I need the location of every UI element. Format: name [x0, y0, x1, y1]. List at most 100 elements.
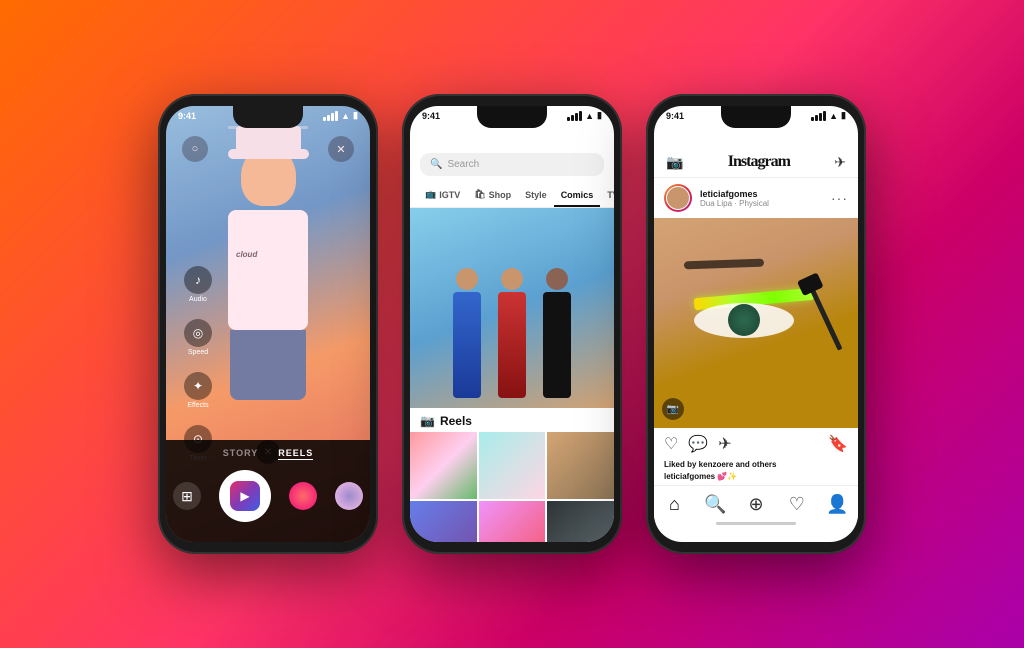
thumb-people-img [479, 432, 546, 499]
gallery-button[interactable]: ⊞ [173, 482, 201, 510]
speed-label: Speed [188, 349, 208, 356]
more-options-button[interactable]: ··· [831, 190, 848, 206]
thumb-1[interactable] [410, 432, 477, 499]
post-caption: leticiafgomes 💕✨ [654, 472, 858, 485]
reels-logo-icon: ▶ [230, 481, 260, 511]
dancer-3 [537, 268, 577, 398]
thumb-dark-img [547, 501, 614, 542]
bottom-nav-phone3: ⌂ 🔍 ⊕ ♡ 👤 [654, 485, 858, 519]
user-avatar[interactable] [664, 184, 692, 212]
search-bar[interactable]: 🔍 Search [420, 153, 604, 176]
search-icon: 🔍 [430, 159, 442, 170]
nav-add-phone3[interactable]: ⊕ [741, 494, 771, 515]
caption-text: 💕✨ [717, 472, 737, 481]
audio-icon: ♪ [184, 266, 212, 294]
instagram-logo: Instagram [683, 153, 834, 171]
tab-tv-movie[interactable]: TV & Mov… [600, 184, 614, 207]
thumb-2[interactable] [479, 432, 546, 499]
share-button[interactable]: ✈ [718, 434, 731, 454]
speed-icon: ◎ [184, 319, 212, 347]
thumb-3[interactable] [547, 432, 614, 499]
tab-comics-label: Comics [561, 190, 594, 200]
nav-home-phone3[interactable]: ⌂ [659, 494, 689, 515]
nav-profile-phone3[interactable]: 👤 [823, 494, 853, 515]
instagram-header: 📷 Instagram ✈ [654, 123, 858, 178]
camera-icon-header[interactable]: 📷 [666, 154, 683, 171]
sticker-2[interactable] [335, 482, 363, 510]
status-icons-phone1: ▲ ▮ [323, 110, 358, 121]
reels-section-label: Reels [440, 414, 472, 428]
likes-content: Liked by kenzoere and others [664, 460, 776, 469]
explore-screen: 9:41 ▲ ▮ 🔍 Search [410, 106, 614, 542]
gallery-icon: ⊞ [181, 488, 193, 505]
effects-icon: ✦ [184, 372, 212, 400]
signal-icon [323, 111, 338, 121]
like-button[interactable]: ♡ [664, 434, 678, 454]
dancer3-head [546, 268, 568, 290]
thumb-crowd-img [410, 501, 477, 542]
speed-control[interactable]: ◎ Speed [184, 319, 212, 356]
igtv-icon: 📺 [425, 189, 436, 200]
thumb-6[interactable] [547, 501, 614, 542]
phone-3-instagram: 9:41 ▲ ▮ 📷 Instagram ✈ [646, 94, 866, 554]
audio-control[interactable]: ♪ Audio [184, 266, 212, 303]
thumb-4[interactable] [410, 501, 477, 542]
audio-label: Audio [189, 296, 207, 303]
tab-shop[interactable]: 🛍 Shop [467, 184, 518, 207]
time-phone3: 9:41 [666, 111, 684, 121]
dancer2-body [498, 292, 526, 398]
post-camera-icon: 📷 [662, 398, 684, 420]
reels-section-header: 📷 Reels [410, 408, 614, 432]
dancer2-head [501, 268, 523, 290]
tab-style-label: Style [525, 190, 547, 200]
dancer3-body [543, 292, 571, 398]
camera-mode-selector: STORY REELS [166, 448, 370, 460]
tab-shop-label: Shop [489, 190, 512, 200]
battery-icon-phone2: ▮ [597, 110, 602, 121]
effects-control[interactable]: ✦ Effects [184, 372, 212, 409]
time-phone1: 9:41 [178, 111, 196, 121]
iris [728, 304, 760, 336]
tab-comics[interactable]: Comics [554, 184, 601, 207]
explore-tabs: 📺 IGTV 🛍 Shop Style Comics TV & Mov… [410, 184, 614, 208]
caption-username[interactable]: leticiafgomes [664, 472, 715, 481]
tab-igtv[interactable]: 📺 IGTV [418, 184, 467, 207]
battery-icon-phone3: ▮ [841, 110, 846, 121]
story-mode-tab[interactable]: STORY [223, 448, 259, 460]
phone-2-explore: 9:41 ▲ ▮ 🔍 Search [402, 94, 622, 554]
tab-style[interactable]: Style [518, 184, 554, 207]
bookmark-button[interactable]: 🔖 [828, 434, 848, 454]
tab-tv-label: TV & Mov… [607, 190, 614, 200]
nav-likes-phone3[interactable]: ♡ [782, 494, 812, 515]
status-icons-phone3: ▲ ▮ [811, 110, 846, 121]
battery-icon: ▮ [353, 110, 358, 121]
reels-mode-tab[interactable]: REELS [278, 448, 313, 460]
tab-igtv-label: IGTV [439, 190, 460, 200]
phone-1-story-reels: 9:41 ▲ ▮ ○ ⚡ ✕ [158, 94, 378, 554]
username[interactable]: leticiafgomes [700, 189, 823, 199]
post-actions: ♡ 💬 ✈ 🔖 [654, 428, 858, 460]
dancer-2 [492, 268, 532, 398]
comment-button[interactable]: 💬 [688, 434, 708, 454]
effects-label: Effects [187, 402, 208, 409]
wifi-icon: ▲ [341, 111, 350, 121]
camera-side-controls: ♪ Audio ◎ Speed ✦ Effects ⊙ Timer [184, 266, 212, 462]
reels-symbol: ▶ [240, 489, 249, 503]
home-indicator-phone3 [716, 522, 796, 525]
sticker-1[interactable] [289, 482, 317, 510]
signal-icon-phone3 [811, 111, 826, 121]
nav-search-phone3[interactable]: 🔍 [700, 494, 730, 515]
dancer-1 [447, 268, 487, 398]
dancers [410, 208, 614, 408]
thumb-5[interactable] [479, 501, 546, 542]
camera-screen: 9:41 ▲ ▮ ○ ⚡ ✕ [166, 106, 370, 542]
eye-white [694, 303, 794, 338]
capture-button[interactable]: ▶ [219, 470, 271, 522]
reels-featured-video[interactable] [410, 208, 614, 408]
search-placeholder: Search [447, 159, 479, 170]
capture-row: ⊞ ▶ [166, 470, 370, 522]
send-icon[interactable]: ✈ [834, 154, 846, 171]
thumb-street-img [479, 501, 546, 542]
thumb-skater-img [547, 432, 614, 499]
dancer1-body [453, 292, 481, 398]
